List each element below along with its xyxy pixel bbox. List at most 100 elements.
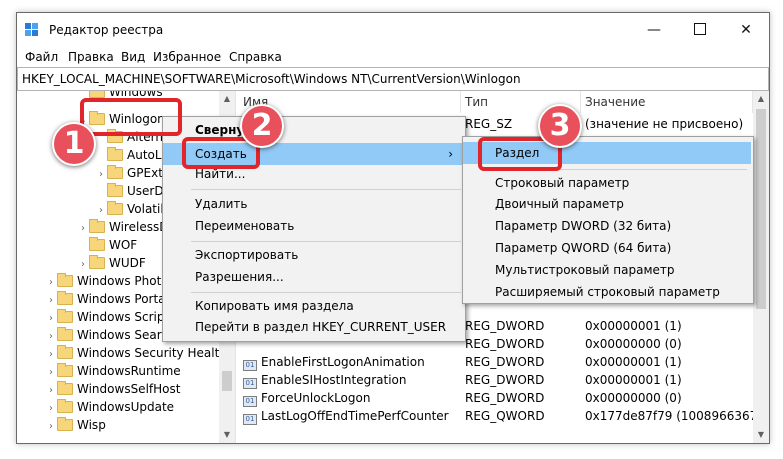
address-bar[interactable]: HKEY_LOCAL_MACHINE\SOFTWARE\Microsoft\Wi… xyxy=(17,67,769,91)
menu-edit[interactable]: Правка xyxy=(68,50,114,64)
menu-favorites[interactable]: Избранное xyxy=(153,50,221,64)
submenu-item-dword-value[interactable]: Параметр DWORD (32 бита) xyxy=(463,215,751,237)
scroll-up-arrow-icon[interactable]: ▲ xyxy=(753,91,769,107)
tree-label: WUDF xyxy=(109,256,146,270)
window-title: Редактор реестра xyxy=(49,23,164,37)
value-type: REG_DWORD xyxy=(465,319,545,333)
folder-icon xyxy=(57,399,73,413)
maximize-button[interactable] xyxy=(677,13,723,47)
value-name: EnableFirstLogonAnimation xyxy=(261,355,425,369)
dword-value-icon: 01 xyxy=(243,360,257,371)
table-row[interactable]: 01 LastLogOffEndTimePerfCounter REG_QWORD… xyxy=(239,407,769,425)
menu-view[interactable]: Вид xyxy=(121,50,145,64)
folder-icon xyxy=(57,381,73,395)
close-button[interactable]: ✕ xyxy=(723,13,769,47)
tree-label: WindowsRuntime xyxy=(77,364,181,378)
scrollbar-thumb[interactable] xyxy=(222,371,232,391)
annotation-box-winlogon xyxy=(80,98,182,136)
submenu-item-binary-value[interactable]: Двоичный параметр xyxy=(463,193,751,215)
folder-icon xyxy=(57,345,73,359)
value-data: 0x177de87f79 (100896636793) xyxy=(585,409,769,423)
tree-label: Windows Search xyxy=(77,328,176,342)
tree-node-windowsruntime[interactable]: › WindowsRuntime xyxy=(45,362,181,380)
value-type: REG_QWORD xyxy=(465,409,545,423)
context-item-delete[interactable]: Удалить xyxy=(163,193,463,215)
folder-icon xyxy=(57,363,73,377)
submenu-item-multistring-value[interactable]: Мультистроковый параметр xyxy=(463,259,751,281)
folder-icon xyxy=(107,165,123,179)
folder-icon xyxy=(57,417,73,431)
expand-arrow-icon[interactable]: › xyxy=(45,418,57,436)
registry-editor-icon xyxy=(25,23,38,36)
folder-icon xyxy=(89,91,105,98)
value-name: ForceUnlockLogon xyxy=(261,391,371,405)
tree-label: WindowsSelfHost xyxy=(77,382,181,396)
tree-label: Wisp xyxy=(77,418,106,432)
menu-separator xyxy=(191,241,461,242)
folder-icon xyxy=(57,273,73,287)
submenu-item-string-value[interactable]: Строковый параметр xyxy=(463,172,751,194)
folder-icon xyxy=(107,147,123,161)
folder-icon xyxy=(57,309,73,323)
scroll-down-arrow-icon[interactable]: ▼ xyxy=(753,427,769,443)
step-badge-1: 1 xyxy=(52,122,96,166)
tree-node-wudf[interactable]: › WUDF xyxy=(77,254,146,272)
context-item-export[interactable]: Экспортировать xyxy=(163,244,463,266)
submenu-item-expandable-string-value[interactable]: Расширяемый строковый параметр xyxy=(463,281,751,303)
folder-icon xyxy=(89,255,105,269)
close-icon: ✕ xyxy=(740,22,752,38)
context-item-copy-key-name[interactable]: Копировать имя раздела xyxy=(163,295,463,317)
minimize-icon: — xyxy=(647,22,661,38)
scrollbar-thumb[interactable] xyxy=(756,109,766,309)
value-type: REG_DWORD xyxy=(465,355,545,369)
value-name: EnableSIHostIntegration xyxy=(261,373,407,387)
tree-node-windowsupdate[interactable]: › WindowsUpdate xyxy=(45,398,174,416)
context-item-goto-hkcu[interactable]: Перейти в раздел HKEY_CURRENT_USER xyxy=(163,316,463,338)
tree-node-windows-security-health[interactable]: › Windows Security Health xyxy=(45,344,227,362)
tree-node-wof[interactable]: WOF xyxy=(77,236,137,254)
tree-node-wisp[interactable]: › Wisp xyxy=(45,416,106,434)
table-row[interactable]: 01 EnableFirstLogonAnimation REG_DWORD 0x… xyxy=(239,353,753,371)
value-data: 0x00000000 (0) xyxy=(585,337,682,351)
scroll-down-arrow-icon[interactable]: ▼ xyxy=(219,427,235,443)
value-name: LastLogOffEndTimePerfCounter xyxy=(261,409,449,423)
tree-label: WOF xyxy=(109,238,138,252)
value-data: 0x00000000 (0) xyxy=(585,391,682,405)
tree-node-windows-search[interactable]: › Windows Search xyxy=(45,326,176,344)
folder-icon xyxy=(89,237,105,251)
qword-value-icon: 01 xyxy=(243,414,257,425)
menu-help[interactable]: Справка xyxy=(229,50,282,64)
context-item-rename[interactable]: Переименовать xyxy=(163,215,463,237)
table-row[interactable]: 01 EnableSIHostIntegration REG_DWORD 0x00… xyxy=(239,371,753,389)
table-row[interactable]: 01 ForceUnlockLogon REG_DWORD 0x00000000 … xyxy=(239,389,753,407)
folder-icon xyxy=(107,201,123,215)
dword-value-icon: 01 xyxy=(243,378,257,389)
value-type: REG_DWORD xyxy=(465,337,545,351)
value-type: REG_SZ xyxy=(465,117,513,131)
menu-separator xyxy=(191,189,461,190)
folder-icon xyxy=(107,183,123,197)
submenu-item-qword-value[interactable]: Параметр QWORD (64 бита) xyxy=(463,237,751,259)
column-header-value[interactable]: Значение xyxy=(581,91,753,113)
folder-icon xyxy=(57,291,73,305)
value-data: 0x00000001 (1) xyxy=(585,373,682,387)
maximize-icon xyxy=(694,23,706,35)
submenu-arrow-icon: › xyxy=(448,147,453,161)
title-bar[interactable]: Редактор реестра — ✕ xyxy=(17,13,769,47)
value-type: REG_DWORD xyxy=(465,391,545,405)
folder-icon xyxy=(57,327,73,341)
scroll-up-arrow-icon[interactable]: ▲ xyxy=(219,91,235,107)
step-badge-2: 2 xyxy=(240,104,284,148)
tree-node-windowsselfhost[interactable]: › WindowsSelfHost xyxy=(45,380,180,398)
tree-label: Windows Security Health xyxy=(77,346,227,360)
value-data: (значение не присвоено) xyxy=(585,117,744,131)
tree-label: WindowsUpdate xyxy=(77,400,175,414)
step-badge-3: 3 xyxy=(538,104,582,148)
minimize-button[interactable]: — xyxy=(631,13,677,47)
context-item-permissions[interactable]: Разрешения... xyxy=(163,266,463,288)
menu-separator xyxy=(191,292,461,293)
folder-icon xyxy=(89,219,105,233)
values-scrollbar[interactable]: ▲ ▼ xyxy=(753,91,769,443)
menu-bar: Файл Правка Вид Избранное Справка xyxy=(17,47,769,67)
menu-file[interactable]: Файл xyxy=(25,50,58,64)
